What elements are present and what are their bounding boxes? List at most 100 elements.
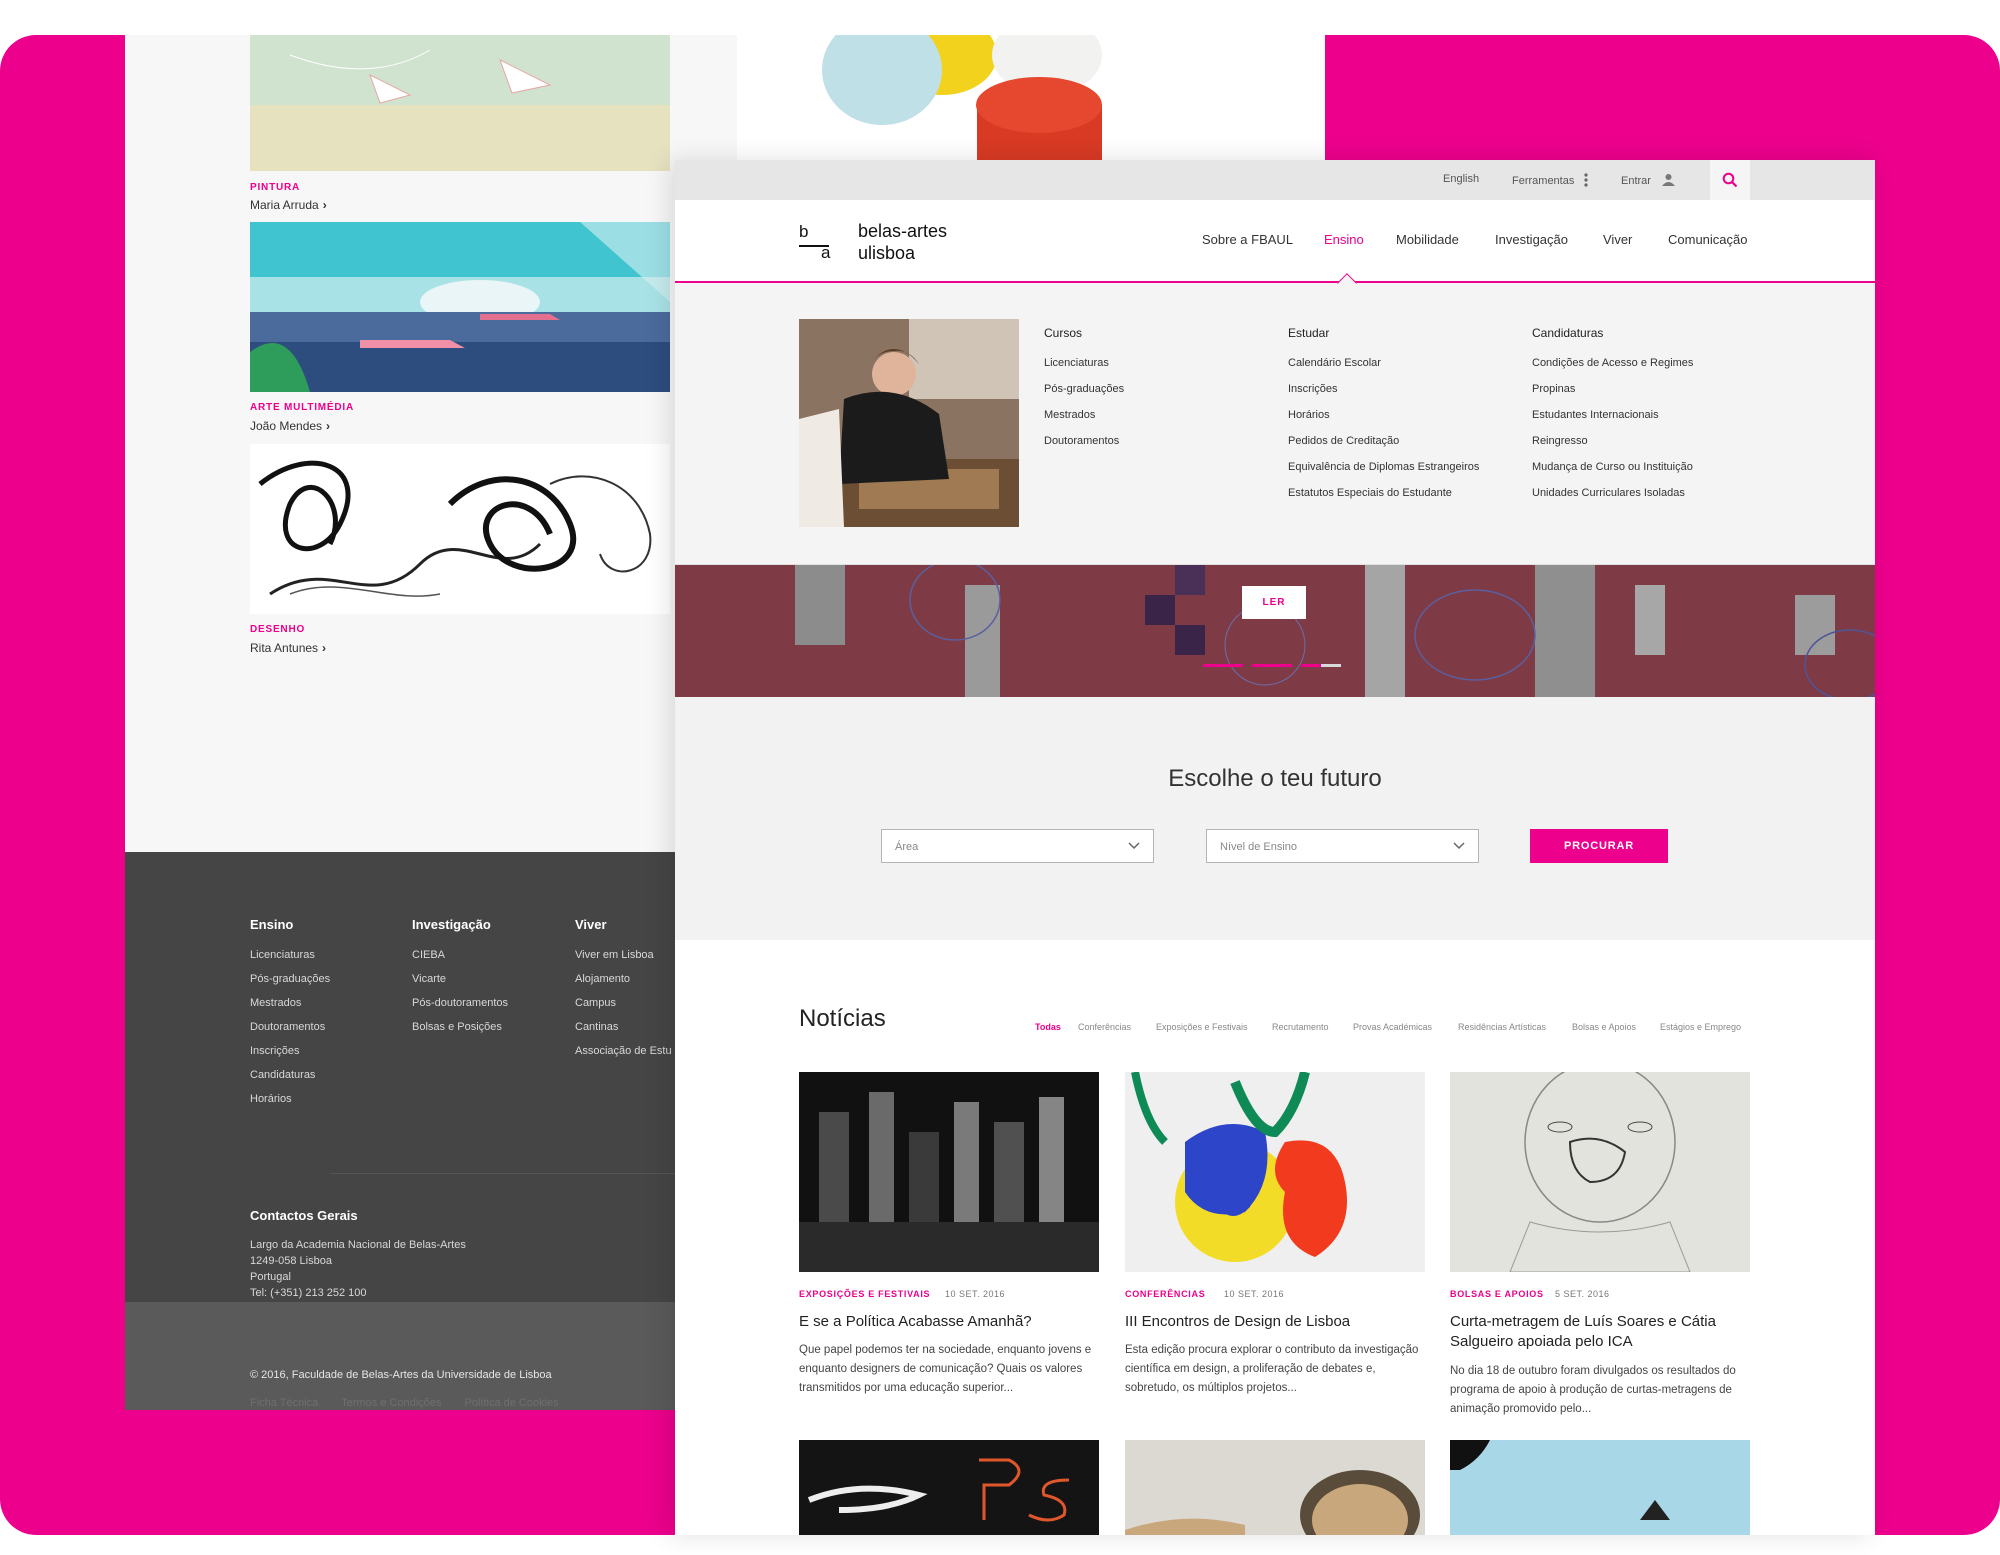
level-select-label: Nível de Ensino — [1220, 841, 1298, 853]
stools-illustration — [822, 35, 1102, 160]
news-card-title[interactable]: Curta-metragem de Luís Soares e Cátia Sa… — [1450, 1312, 1755, 1352]
footer-link[interactable]: Inscrições — [250, 1045, 330, 1069]
mega-link[interactable]: Condições de Acesso e Regimes — [1532, 357, 1693, 383]
language-link[interactable]: English — [1443, 173, 1479, 185]
footer-link[interactable]: Licenciaturas — [250, 949, 330, 973]
logo-mark[interactable]: b a — [799, 222, 835, 266]
nav-mobilidade[interactable]: Mobilidade — [1396, 232, 1459, 247]
news-card-image[interactable] — [799, 1072, 1099, 1272]
news-card-category[interactable]: CONFERÊNCIAS — [1125, 1289, 1205, 1299]
logo-line: belas-artes — [858, 221, 948, 241]
mega-link[interactable]: Mestrados — [1044, 409, 1124, 435]
contact-phone[interactable]: Tel: (+351) 213 252 100 — [250, 1285, 466, 1301]
footer-link[interactable]: Horários — [250, 1093, 330, 1117]
news-card-title[interactable]: E se a Política Acabasse Amanhã? — [799, 1312, 1104, 1332]
nav-viver[interactable]: Viver — [1603, 232, 1632, 247]
footer-link[interactable]: Campus — [575, 997, 672, 1021]
legal-link[interactable]: Política de Cookies — [464, 1397, 558, 1409]
mega-link[interactable]: Propinas — [1532, 383, 1693, 409]
mega-column-title: Candidaturas — [1532, 326, 1604, 340]
news-filter[interactable]: Bolsas e Apoios — [1572, 1022, 1636, 1032]
drawing-artwork[interactable] — [250, 444, 670, 614]
news-card-category[interactable]: EXPOSIÇÕES E FESTIVAIS — [799, 1289, 930, 1299]
news-filter[interactable]: Estágios e Emprego — [1660, 1022, 1741, 1032]
slide-indicator-active[interactable] — [1301, 664, 1341, 667]
login-link[interactable]: Entrar — [1621, 173, 1676, 187]
footer-column-title: Viver — [575, 917, 607, 932]
tools-menu[interactable]: Ferramentas — [1512, 173, 1589, 187]
news-section-title: Notícias — [799, 1005, 886, 1032]
news-card-image[interactable] — [799, 1440, 1099, 1535]
nav-ensino[interactable]: Ensino — [1324, 232, 1364, 247]
slide-indicator[interactable] — [1252, 664, 1292, 667]
mega-link[interactable]: Horários — [1288, 409, 1479, 435]
mega-link[interactable]: Unidades Curriculares Isoladas — [1532, 487, 1693, 513]
footer-link[interactable]: Candidaturas — [250, 1069, 330, 1093]
mega-link[interactable]: Inscrições — [1288, 383, 1479, 409]
footer-link[interactable]: Vicarte — [412, 973, 508, 997]
mega-link[interactable]: Estudantes Internacionais — [1532, 409, 1693, 435]
nav-sobre[interactable]: Sobre a FBAUL — [1202, 232, 1293, 247]
legal-link[interactable]: Ficha Técnica — [250, 1397, 318, 1409]
footer-link[interactable]: Associação de Estu — [575, 1045, 672, 1069]
mega-menu-ensino: Cursos Licenciaturas Pós-graduações Mest… — [675, 283, 1875, 565]
news-filter[interactable]: Recrutamento — [1272, 1022, 1329, 1032]
news-filter[interactable]: Conferências — [1078, 1022, 1131, 1032]
hero-pattern — [795, 565, 1875, 697]
footer-link[interactable]: Alojamento — [575, 973, 672, 997]
painting-artwork[interactable] — [250, 35, 670, 171]
read-button[interactable]: LER — [1242, 586, 1306, 619]
mega-link[interactable]: Pós-graduações — [1044, 383, 1124, 409]
nav-comunicacao[interactable]: Comunicação — [1668, 232, 1748, 247]
mega-link[interactable]: Pedidos de Creditação — [1288, 435, 1479, 461]
news-card-date: 10 SET. 2016 — [1224, 1289, 1285, 1299]
news-card-image[interactable] — [1125, 1440, 1425, 1535]
news-filter-all[interactable]: Todas — [1035, 1022, 1061, 1032]
news-filter[interactable]: Exposições e Festivais — [1156, 1022, 1248, 1032]
news-card-category[interactable]: BOLSAS E APOIOS — [1450, 1289, 1544, 1299]
mega-link[interactable]: Doutoramentos — [1044, 435, 1124, 461]
slide-indicator[interactable] — [1203, 664, 1243, 667]
tools-label: Ferramentas — [1512, 175, 1575, 187]
mega-list-cursos: Licenciaturas Pós-graduações Mestrados D… — [1044, 357, 1124, 461]
news-filter[interactable]: Provas Académicas — [1353, 1022, 1432, 1032]
search-button[interactable] — [1710, 160, 1750, 200]
footer-link[interactable]: Bolsas e Posições — [412, 1021, 508, 1045]
multimedia-artwork[interactable] — [250, 222, 670, 392]
mega-link[interactable]: Estatutos Especiais do Estudante — [1288, 487, 1479, 513]
footer-links-viver: Viver em Lisboa Alojamento Campus Cantin… — [575, 949, 672, 1069]
news-filter[interactable]: Residências Artísticas — [1458, 1022, 1546, 1032]
footer-link[interactable]: Pós-doutoramentos — [412, 997, 508, 1021]
mega-link[interactable]: Equivalência de Diplomas Estrangeiros — [1288, 461, 1479, 487]
area-select-label: Área — [895, 841, 919, 853]
footer-link[interactable]: Pós-graduações — [250, 973, 330, 997]
footer-link[interactable]: Doutoramentos — [250, 1021, 330, 1045]
artist-name: João Mendes — [250, 419, 323, 433]
login-label: Entrar — [1621, 175, 1651, 187]
copyright: © 2016, Faculdade de Belas-Artes da Univ… — [250, 1369, 552, 1381]
mega-link[interactable]: Calendário Escolar — [1288, 357, 1479, 383]
level-select[interactable]: Nível de Ensino — [1206, 829, 1479, 863]
footer-link[interactable]: Viver em Lisboa — [575, 949, 672, 973]
news-card-date: 10 SET. 2016 — [945, 1289, 1006, 1299]
mega-link[interactable]: Licenciaturas — [1044, 357, 1124, 383]
gallery-artist-link[interactable]: Maria Arruda › — [250, 198, 327, 212]
gallery-artist-link[interactable]: Rita Antunes › — [250, 641, 326, 655]
mega-link[interactable]: Reingresso — [1532, 435, 1693, 461]
gallery-category: DESENHO — [250, 624, 306, 635]
footer-column-title: Ensino — [250, 917, 294, 932]
news-card-image[interactable] — [1125, 1072, 1425, 1272]
area-select[interactable]: Área — [881, 829, 1154, 863]
nav-investigacao[interactable]: Investigação — [1495, 232, 1568, 247]
news-card-image[interactable] — [1450, 1440, 1750, 1535]
search-courses-button[interactable]: PROCURAR — [1530, 829, 1668, 863]
mega-link[interactable]: Mudança de Curso ou Instituição — [1532, 461, 1693, 487]
footer-link[interactable]: CIEBA — [412, 949, 508, 973]
footer-link[interactable]: Cantinas — [575, 1021, 672, 1045]
footer-link[interactable]: Mestrados — [250, 997, 330, 1021]
logo-wordmark[interactable]: belas-artes ulisboa — [858, 220, 947, 264]
legal-link[interactable]: Termos e Condições — [341, 1397, 441, 1409]
news-card-image[interactable] — [1450, 1072, 1750, 1272]
gallery-artist-link[interactable]: João Mendes › — [250, 419, 330, 433]
news-card-title[interactable]: III Encontros de Design de Lisboa — [1125, 1312, 1430, 1332]
